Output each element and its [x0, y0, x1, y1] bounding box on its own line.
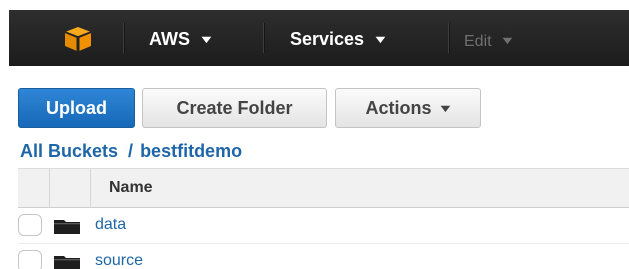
breadcrumb: All Buckets / bestfitdemo [20, 141, 242, 162]
objects-table: Name data source [18, 168, 629, 269]
aws-menu[interactable]: AWS ▼ [149, 28, 215, 51]
nav-separator [123, 23, 125, 53]
table-row[interactable]: data [18, 208, 629, 244]
services-menu-label: Services [290, 29, 365, 49]
top-navigation-bar: AWS ▼ Services ▼ Edit ▼ [9, 10, 629, 66]
create-folder-button[interactable]: Create Folder [142, 88, 327, 128]
aws-cube-icon[interactable] [64, 26, 92, 52]
edit-menu[interactable]: Edit ▼ [464, 30, 516, 53]
nav-separator [448, 23, 450, 53]
chevron-down-icon: ▼ [372, 34, 389, 46]
folder-icon [54, 220, 80, 234]
column-divider [49, 169, 50, 208]
folder-link[interactable]: source [95, 252, 143, 269]
chevron-down-icon: ▼ [436, 103, 454, 115]
column-divider[interactable] [90, 169, 91, 208]
edit-menu-label: Edit [464, 33, 492, 50]
breadcrumb-separator: / [128, 141, 134, 161]
folder-link[interactable]: data [95, 216, 126, 234]
table-header: Name [18, 168, 629, 208]
actions-button-label: Actions [365, 98, 432, 118]
folder-icon [54, 256, 80, 269]
row-checkbox[interactable] [18, 250, 42, 269]
aws-menu-label: AWS [149, 29, 191, 49]
row-checkbox[interactable] [18, 214, 42, 236]
services-menu[interactable]: Services ▼ [290, 28, 389, 51]
upload-button[interactable]: Upload [18, 88, 135, 128]
chevron-down-icon: ▼ [498, 35, 516, 47]
actions-dropdown-button[interactable]: Actions ▼ [335, 88, 481, 128]
chevron-down-icon: ▼ [198, 34, 215, 46]
breadcrumb-current-bucket[interactable]: bestfitdemo [140, 141, 242, 161]
name-column-header[interactable]: Name [109, 179, 153, 197]
table-row[interactable]: source [18, 244, 629, 269]
s3-console-page: AWS ▼ Services ▼ Edit ▼ Upload Create Folde… [0, 0, 629, 269]
nav-separator [263, 23, 265, 53]
breadcrumb-all-buckets-link[interactable]: All Buckets [20, 141, 118, 161]
